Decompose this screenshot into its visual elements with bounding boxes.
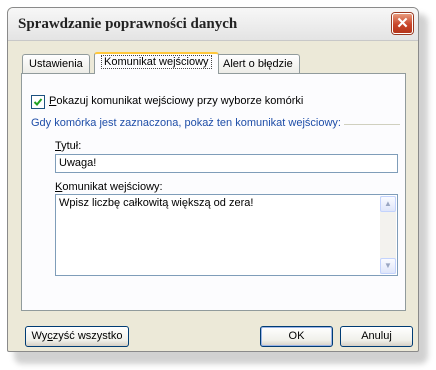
scroll-down-arrow-icon[interactable]: ▼ — [380, 258, 396, 274]
ok-button[interactable]: OK — [260, 326, 333, 347]
tab-input-message-label: Komunikat wejściowy — [101, 55, 212, 69]
tab-input-message[interactable]: Komunikat wejściowy — [94, 52, 219, 74]
title-bar[interactable]: Sprawdzanie poprawności danych ✕ — [8, 8, 418, 41]
checkmark-icon — [33, 98, 43, 106]
show-message-checkbox[interactable] — [31, 95, 45, 109]
clear-all-button[interactable]: Wyczyść wszystko — [25, 326, 129, 347]
message-text: Wpisz liczbę całkowitą większą od zera! — [59, 197, 254, 209]
tab-settings-label: Ustawienia — [29, 58, 83, 70]
group-label: Gdy komórka jest zaznaczona, pokaż ten k… — [31, 117, 341, 129]
tab-settings[interactable]: Ustawienia — [22, 54, 90, 74]
dialog-title: Sprawdzanie poprawności danych — [18, 16, 238, 32]
tab-panel-input-message: Pokazuj komunikat wejściowy przy wyborze… — [21, 73, 406, 311]
cancel-button[interactable]: Anuluj — [340, 326, 413, 347]
message-field-label: Komunikat wejściowy: — [55, 181, 163, 193]
group-divider — [344, 124, 400, 125]
tab-error-alert-label: Alert o błędzie — [223, 58, 293, 70]
data-validation-dialog: Sprawdzanie poprawności danych ✕ Ustawie… — [7, 7, 419, 352]
title-field-label: Tytuł: — [55, 140, 82, 152]
close-icon[interactable]: ✕ — [392, 13, 413, 34]
message-textarea[interactable]: Wpisz liczbę całkowitą większą od zera! … — [55, 194, 398, 276]
title-input[interactable]: Uwaga! — [55, 154, 398, 173]
tab-error-alert[interactable]: Alert o błędzie — [216, 54, 300, 74]
vertical-scrollbar[interactable]: ▲ ▼ — [380, 196, 396, 274]
scroll-up-arrow-icon[interactable]: ▲ — [380, 196, 396, 212]
show-message-checkbox-label[interactable]: Pokazuj komunikat wejściowy przy wyborze… — [49, 95, 303, 107]
